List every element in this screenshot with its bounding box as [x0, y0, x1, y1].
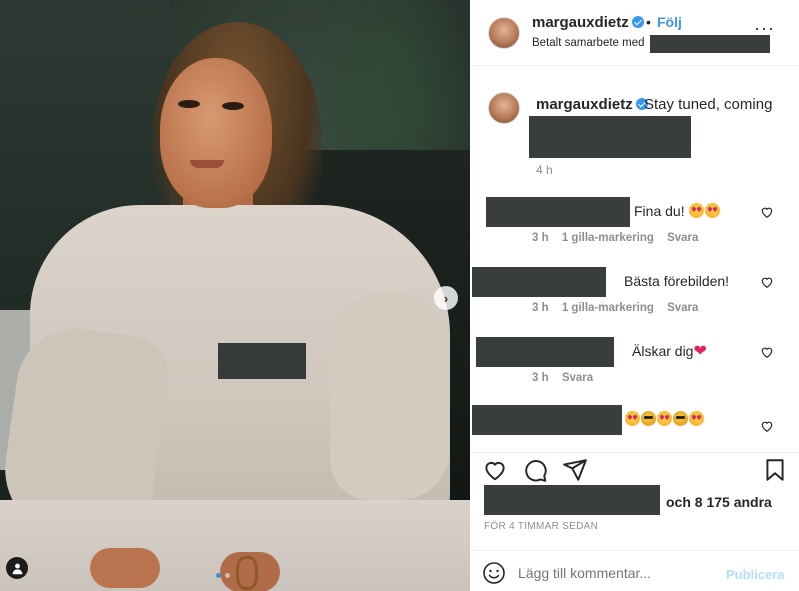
person-eye-right [222, 102, 244, 110]
comment-meta: 3 h Svara [532, 372, 603, 384]
caption-username: margauxdietz [536, 96, 633, 113]
person-eye-left [178, 100, 200, 108]
red-heart-emoji: ❤ [693, 343, 707, 360]
comment-likes[interactable]: 1 gilla-markering [562, 232, 654, 244]
comment-meta: 3 h 1 gilla-markering Svara [532, 232, 708, 244]
redacted-commenter [472, 267, 606, 297]
smiley-icon[interactable] [482, 561, 506, 585]
verified-icon [631, 16, 644, 28]
heart-icon[interactable] [760, 275, 774, 289]
paid-partnership-label: Betalt samarbete med [532, 37, 645, 49]
post-timestamp: FÖR 4 TIMMAR SEDAN [484, 521, 599, 532]
carousel-dots [216, 573, 230, 578]
heart-icon[interactable] [760, 205, 774, 219]
follow-button[interactable]: Följ [657, 14, 682, 30]
comment-icon[interactable] [522, 457, 548, 483]
person-mouth [190, 160, 224, 168]
reply-button[interactable]: Svara [562, 372, 593, 384]
post-comment-button[interactable]: Publicera [726, 567, 785, 582]
redacted-commenter [486, 197, 630, 227]
post-header: margauxdietz • Följ ··· Betalt samarbete… [470, 0, 799, 66]
heart-icon[interactable] [760, 419, 774, 433]
heart-eyes-emoji [689, 203, 705, 218]
likes-count[interactable]: och 8 175 andra [666, 494, 772, 510]
person-arm-right [330, 290, 450, 500]
carousel-next-button[interactable]: › [434, 286, 458, 310]
comment-item: Bästa förebilden! 3 h 1 gilla-markering … [470, 267, 799, 327]
comment-text: Bästa förebilden! [624, 273, 730, 289]
reply-button[interactable]: Svara [667, 302, 698, 314]
comment-text: Fina du! [634, 203, 685, 219]
caption-text: Stay tuned, coming [644, 96, 773, 113]
heart-eyes-emoji [657, 411, 672, 426]
comment-meta: 3 h 1 gilla-markering Svara [532, 302, 708, 314]
comment-time: 3 h [532, 232, 549, 244]
user-tag-button[interactable] [6, 557, 28, 579]
comment-text-line: Älskar dig❤ [632, 343, 707, 360]
separator-dot: • [646, 14, 651, 30]
comment-text-line: Fina du! [634, 203, 721, 219]
heart-eyes-emoji [689, 411, 704, 426]
sunglasses-emoji [641, 411, 656, 426]
avatar[interactable] [488, 17, 520, 49]
user-tag-icon [12, 563, 22, 574]
comment-text: Älskar dig [632, 343, 694, 359]
caption-time: 4 h [536, 163, 553, 177]
caption-username-link[interactable]: margauxdietz [536, 96, 648, 113]
heart-eyes-emoji [625, 411, 640, 426]
reply-button[interactable]: Svara [667, 232, 698, 244]
comment-likes[interactable]: 1 gilla-markering [562, 302, 654, 314]
redacted-liker [484, 485, 660, 515]
comment-text-line: Bästa förebilden! [624, 273, 729, 289]
comment-item: Fina du! 3 h 1 gilla-markering Svara [470, 197, 799, 257]
carousel-dot [225, 573, 230, 578]
redacted-caption [529, 116, 691, 158]
heart-icon[interactable] [482, 457, 508, 483]
post-image[interactable]: › [0, 0, 470, 591]
heart-eyes-emoji [705, 203, 721, 218]
redacted-partner [650, 35, 770, 53]
share-icon[interactable] [562, 457, 588, 483]
redacted-logo [218, 343, 306, 379]
comment-time: 3 h [532, 302, 549, 314]
comment-emoji-line [624, 411, 704, 427]
comment-item: Älskar dig❤ 3 h Svara [470, 337, 799, 397]
person-face [160, 58, 272, 208]
comment-input[interactable] [518, 565, 718, 581]
heart-icon[interactable] [760, 345, 774, 359]
person-hand-left [90, 548, 160, 588]
redacted-commenter [472, 405, 622, 435]
post-panel: margauxdietz • Följ ··· Betalt samarbete… [470, 0, 799, 591]
caption-avatar[interactable] [488, 92, 520, 124]
username-link[interactable]: margauxdietz [532, 14, 644, 31]
action-bar [470, 452, 799, 486]
comment-time: 3 h [532, 372, 549, 384]
redacted-commenter [476, 337, 614, 367]
sunglasses-emoji [673, 411, 688, 426]
username: margauxdietz [532, 14, 629, 31]
bracelet [236, 556, 258, 590]
chevron-right-icon: › [443, 290, 449, 306]
bookmark-icon[interactable] [762, 457, 788, 483]
carousel-dot-active [216, 573, 221, 578]
add-comment-bar: Publicera [470, 550, 799, 591]
